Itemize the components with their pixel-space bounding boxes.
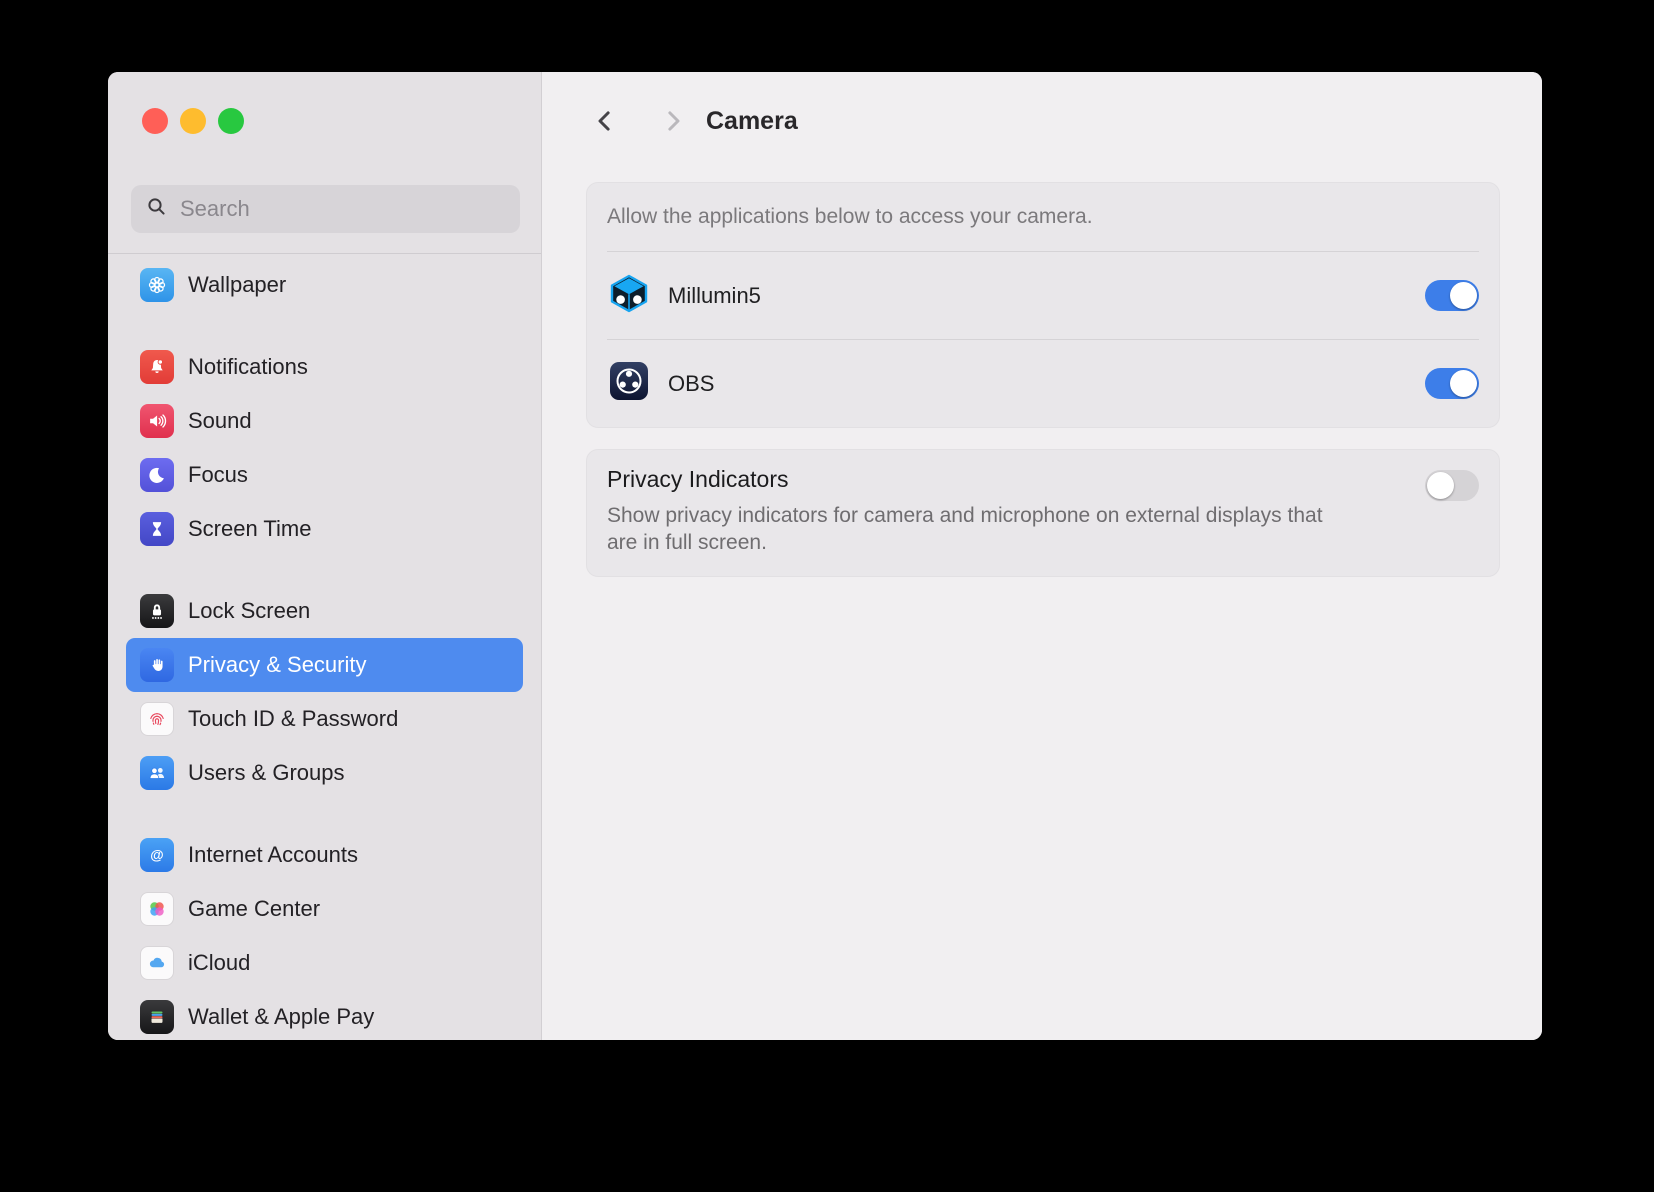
sidebar-item-users-groups[interactable]: Users & Groups [126,746,523,800]
moon-icon [140,458,174,492]
privacy-indicators-description: Show privacy indicators for camera and m… [607,504,1323,554]
search-input[interactable] [178,195,506,223]
camera-card-description: Allow the applications below to access y… [607,183,1479,252]
sidebar-item-label: Privacy & Security [188,652,367,677]
two-people-icon [140,756,174,790]
page-title: Camera [706,106,798,135]
hourglass-icon [140,512,174,546]
zoom-window-button[interactable] [218,108,244,134]
close-window-button[interactable] [142,108,168,134]
sidebar-item-label: Screen Time [188,516,312,541]
game-bubbles-icon [140,892,174,926]
millumin-app-icon [607,271,651,320]
sidebar-item-lock-screen[interactable]: Lock Screen [126,584,523,638]
app-name: OBS [668,370,715,396]
main-header: Camera [588,102,1542,140]
sidebar-item-label: Touch ID & Password [188,706,399,731]
privacy-indicators-card: Privacy Indicators Show privacy indicato… [586,449,1500,577]
search-field[interactable] [131,185,520,233]
sidebar-item-label: iCloud [188,950,251,975]
sidebar-item-privacy-security[interactable]: Privacy & Security [126,638,523,692]
system-settings-window: Wallpaper Notifications [108,72,1542,1040]
speaker-icon [140,404,174,438]
minimize-window-button[interactable] [180,108,206,134]
sidebar: Wallpaper Notifications [108,72,542,1040]
sidebar-item-label: Internet Accounts [188,842,358,867]
sidebar-nav: Wallpaper Notifications Sound Focus Scre… [108,254,541,1040]
fingerprint-icon [140,702,174,736]
sidebar-item-sound[interactable]: Sound [126,394,523,448]
sidebar-item-label: Sound [188,408,252,433]
wallet-icon [140,1000,174,1034]
svg-text:@: @ [150,848,163,863]
lock-icon [140,594,174,628]
main-content: Camera Allow the applications below to a… [542,72,1542,1040]
sidebar-item-touch-id-password[interactable]: Touch ID & Password [126,692,523,746]
app-row-millumin: Millumin5 [607,252,1479,339]
sidebar-item-label: Users & Groups [188,760,345,785]
sidebar-item-game-center[interactable]: Game Center [126,882,523,936]
back-button[interactable] [588,102,622,140]
app-name: Millumin5 [668,282,761,308]
sidebar-item-label: Lock Screen [188,598,311,623]
wallpaper-icon [140,268,174,302]
sidebar-item-focus[interactable]: Focus [126,448,523,502]
hand-icon [140,648,174,682]
sidebar-item-label: Wallpaper [188,272,287,297]
traffic-lights [142,108,520,134]
millumin-camera-toggle[interactable] [1425,280,1479,311]
sidebar-item-label: Game Center [188,896,321,921]
sidebar-item-label: Notifications [188,354,308,379]
obs-camera-toggle[interactable] [1425,368,1479,399]
search-icon [145,195,169,224]
app-row-obs: OBS [607,339,1479,427]
privacy-indicators-toggle[interactable] [1425,470,1479,501]
sidebar-item-label: Wallet & Apple Pay [188,1004,375,1029]
at-sign-icon: @ [140,838,174,872]
sidebar-item-screen-time[interactable]: Screen Time [126,502,523,556]
sidebar-item-notifications[interactable]: Notifications [126,340,523,394]
sidebar-item-wallpaper[interactable]: Wallpaper [126,258,523,312]
cloud-icon [140,946,174,980]
sidebar-item-wallet-apple-pay[interactable]: Wallet & Apple Pay [126,990,523,1040]
obs-app-icon [607,359,651,408]
sidebar-item-internet-accounts[interactable]: @ Internet Accounts [126,828,523,882]
sidebar-header [108,72,541,254]
privacy-indicators-title: Privacy Indicators [607,466,789,492]
sidebar-item-icloud[interactable]: iCloud [126,936,523,990]
sidebar-item-label: Focus [188,462,248,487]
camera-permissions-card: Allow the applications below to access y… [586,182,1500,428]
forward-button[interactable] [656,102,690,140]
bell-icon [140,350,174,384]
